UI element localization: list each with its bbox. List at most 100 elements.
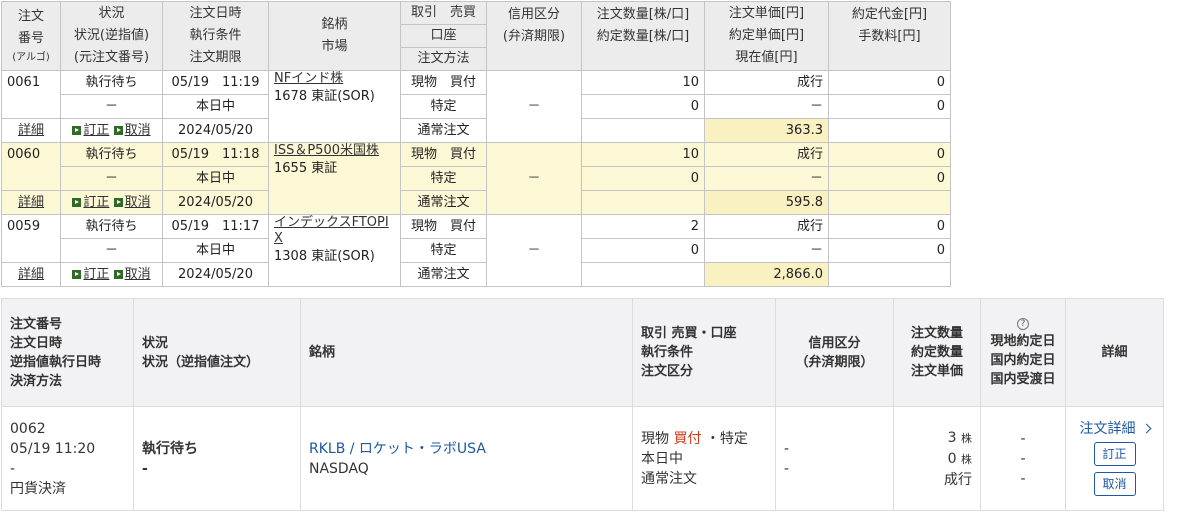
cancel-link[interactable]: 取消 bbox=[113, 195, 151, 210]
exec-price: － bbox=[704, 166, 829, 191]
domestic-trade-date: - bbox=[1020, 450, 1026, 467]
order-datetime: 05/19 11:20 bbox=[10, 440, 96, 457]
trade-type: 現物 買付 bbox=[400, 142, 487, 167]
cancel-button[interactable]: 取消 bbox=[1093, 471, 1136, 496]
arrow-right-icon bbox=[72, 269, 82, 279]
table-row: 0062 05/19 11:20 - 円貨決済 執行待ち - RKLB / ロケ… bbox=[1, 406, 1164, 511]
action-cell: 訂正 取消 bbox=[60, 190, 163, 215]
order-price: 成行 bbox=[704, 142, 829, 167]
detail-cell: 詳細 bbox=[1, 118, 61, 143]
margin-cell: - - bbox=[775, 406, 894, 511]
legacy-order-table: 注文 番号 (アルゴ) 状況 状況(逆指値) (元注文番号) 注文日時 執行条件… bbox=[1, 1, 951, 287]
order-method: 通常注文 bbox=[400, 190, 487, 215]
margin-type: － bbox=[486, 70, 582, 143]
order-detail-link[interactable]: 注文詳細 bbox=[1080, 421, 1151, 437]
header-method: 注文方法 bbox=[400, 47, 487, 71]
exec-price: － bbox=[704, 238, 829, 263]
symbol-link[interactable]: インデックスFTOPIX bbox=[274, 216, 389, 247]
order-status-sub: － bbox=[60, 166, 163, 191]
order-quantity: 2 bbox=[581, 214, 705, 239]
correct-button[interactable]: 訂正 bbox=[1093, 441, 1136, 466]
order-method: 通常注文 bbox=[400, 118, 487, 143]
help-icon[interactable]: ? bbox=[1017, 318, 1029, 330]
header-status: 状況 状況（逆指値注文） bbox=[133, 298, 301, 407]
header-symbol: 銘柄 市場 bbox=[268, 1, 401, 71]
order-status-sub: － bbox=[60, 94, 163, 119]
detail-link[interactable]: 詳細 bbox=[18, 195, 44, 210]
filled-quantity: 0 bbox=[581, 94, 705, 119]
exec-condition: 本日中 bbox=[162, 94, 269, 119]
fee: 0 bbox=[828, 166, 951, 191]
exec-amount: 0 bbox=[828, 70, 951, 95]
header-symbol: 銘柄 bbox=[300, 298, 633, 407]
current-price: 2,866.0 bbox=[704, 262, 829, 287]
account-type: 特定 bbox=[400, 94, 487, 119]
order-info-cell: 0062 05/19 11:20 - 円貨決済 bbox=[1, 406, 134, 511]
trade-type: 現物 買付 bbox=[400, 70, 487, 95]
exec-amount: 0 bbox=[828, 214, 951, 239]
symbol-cell: ISS＆P500米国株 1655 東証 bbox=[268, 142, 401, 215]
margin-type: - bbox=[784, 440, 790, 457]
order-number: 0060 bbox=[1, 142, 61, 191]
account-type: 特定 bbox=[400, 166, 487, 191]
symbol-cell: インデックスFTOPIX 1308 東証(SOR) bbox=[268, 214, 401, 287]
header-quantity: 注文数量 約定数量 注文単価 bbox=[893, 298, 981, 407]
detail-cell: 注文詳細 訂正 取消 bbox=[1065, 406, 1164, 511]
symbol-market: NASDAQ bbox=[309, 460, 369, 477]
table-row: 0061 執行待ち 05/19 11:19 NFインド株 1678 東証(SOR… bbox=[1, 70, 951, 143]
header-trade: 取引 売買・口座 執行条件 注文区分 bbox=[632, 298, 776, 407]
order-price: 成行 bbox=[704, 70, 829, 95]
header-detail: 詳細 bbox=[1065, 298, 1164, 407]
margin-type: － bbox=[486, 214, 582, 287]
header-dates: ? 現地約定日 国内約定日 国内受渡日 bbox=[980, 298, 1066, 407]
symbol-cell: RKLB / ロケット・ラボUSA NASDAQ bbox=[300, 406, 633, 511]
action-cell: 訂正 取消 bbox=[60, 262, 163, 287]
order-status: 執行待ち bbox=[142, 440, 198, 457]
order-status: 執行待ち bbox=[60, 214, 163, 239]
header-amount: 約定代金[円] 手数料[円] bbox=[828, 1, 951, 71]
symbol-link[interactable]: NFインド株 bbox=[274, 72, 343, 87]
correct-link[interactable]: 訂正 bbox=[72, 123, 109, 138]
order-price: 成行 bbox=[704, 214, 829, 239]
symbol-link[interactable]: RKLB / ロケット・ラボUSA bbox=[309, 441, 486, 457]
detail-link[interactable]: 詳細 bbox=[18, 123, 44, 138]
exec-condition: 本日中 bbox=[162, 166, 269, 191]
header-account: 口座 bbox=[400, 24, 487, 48]
detail-link[interactable]: 詳細 bbox=[18, 267, 44, 282]
trade-cell: 現物 買付 ・特定 本日中 通常注文 bbox=[632, 406, 776, 511]
filled-quantity: 0 bbox=[581, 166, 705, 191]
trade-side: 買付 bbox=[673, 430, 702, 447]
arrow-right-icon bbox=[72, 197, 82, 207]
filled-quantity: 0 bbox=[947, 450, 957, 467]
current-price: 363.3 bbox=[704, 118, 829, 143]
table-row: 0059 執行待ち 05/19 11:17 インデックスFTOPIX 1308 … bbox=[1, 214, 951, 287]
local-trade-date: - bbox=[1020, 430, 1026, 447]
margin-type: － bbox=[486, 142, 582, 215]
detail-cell: 詳細 bbox=[1, 262, 61, 287]
fee: 0 bbox=[828, 94, 951, 119]
detail-cell: 詳細 bbox=[1, 190, 61, 215]
header-margin: 信用区分 (弁済期限) bbox=[486, 1, 582, 71]
stop-exec-datetime: - bbox=[10, 460, 16, 477]
table-row: 0060 執行待ち 05/19 11:18 ISS＆P500米国株 1655 東… bbox=[1, 142, 951, 215]
chevron-right-icon bbox=[1141, 423, 1151, 433]
status-cell: 執行待ち - bbox=[133, 406, 301, 511]
correct-link[interactable]: 訂正 bbox=[72, 267, 109, 282]
order-type: 通常注文 bbox=[641, 470, 697, 487]
correct-link[interactable]: 訂正 bbox=[72, 195, 109, 210]
action-cell: 訂正 取消 bbox=[60, 118, 163, 143]
arrow-right-icon bbox=[113, 197, 123, 207]
header-order-time: 注文日時 執行条件 注文期限 bbox=[162, 1, 269, 71]
symbol-market: 1678 東証(SOR) bbox=[274, 89, 375, 104]
order-quantity: 3 bbox=[947, 429, 957, 446]
order-quantity: 10 bbox=[581, 142, 705, 167]
header-quantity: 注文数量[株/口] 約定数量[株/口] bbox=[581, 1, 705, 71]
order-expiry: 2024/05/20 bbox=[162, 190, 269, 215]
exec-price: － bbox=[704, 94, 829, 119]
symbol-cell: NFインド株 1678 東証(SOR) bbox=[268, 70, 401, 143]
header-order: 注文番号 注文日時 逆指値執行日時 決済方法 bbox=[1, 298, 134, 407]
us-header-row: 注文番号 注文日時 逆指値執行日時 決済方法 状況 状況（逆指値注文） 銘柄 取… bbox=[1, 298, 1164, 407]
cancel-link[interactable]: 取消 bbox=[113, 267, 151, 282]
symbol-link[interactable]: ISS＆P500米国株 bbox=[274, 144, 379, 159]
cancel-link[interactable]: 取消 bbox=[113, 123, 151, 138]
